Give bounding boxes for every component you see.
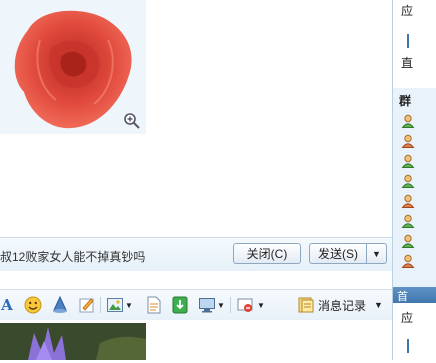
lotus-image: [0, 323, 146, 360]
file-icon[interactable]: [146, 296, 162, 314]
member-icon[interactable]: [401, 134, 415, 148]
sidebar-bottom-tab-label: 首: [397, 291, 408, 303]
member-icon[interactable]: [401, 114, 415, 128]
toolbar-separator: [230, 297, 231, 313]
member-icon[interactable]: [401, 154, 415, 168]
member-icon[interactable]: [401, 214, 415, 228]
send-button[interactable]: 发送(S): [309, 243, 367, 264]
sidebar-marker: [407, 339, 409, 353]
chat-window: 叔12败家女人能不掉真钞吗 关闭(C) 发送(S) ▼ A ▼ ▼ ▼ 消息记录…: [0, 0, 392, 360]
send-options-dropdown[interactable]: ▼: [367, 243, 387, 264]
toolbar-separator: [100, 297, 101, 313]
message-history-icon: [298, 297, 314, 313]
divider-gap: [0, 271, 392, 289]
message-input-area[interactable]: [0, 320, 392, 360]
font-icon-glyph: A: [1, 296, 13, 314]
sidebar-bottom-tab[interactable]: 首: [393, 287, 436, 303]
close-button[interactable]: 关闭(C): [233, 243, 301, 264]
message-history-dropdown-icon[interactable]: ▼: [374, 300, 383, 310]
member-icon[interactable]: [401, 234, 415, 248]
chat-action-bar: 叔12败家女人能不掉真钞吗 关闭(C) 发送(S) ▼: [0, 237, 392, 272]
message-history-label: 消息记录: [318, 298, 367, 313]
capture-dropdown-icon[interactable]: ▼: [257, 296, 265, 314]
member-icon[interactable]: [401, 174, 415, 188]
received-image-rose[interactable]: [0, 0, 146, 134]
screen-icon[interactable]: [198, 296, 216, 314]
member-icon[interactable]: [401, 194, 415, 208]
pasted-image-lotus[interactable]: [0, 323, 146, 360]
sidebar-notice-panel: 应 直: [393, 0, 436, 88]
image-icon[interactable]: [106, 296, 124, 314]
input-toolbar: A ▼ ▼ ▼ 消息记录 ▼: [0, 289, 392, 321]
capture-icon[interactable]: [236, 296, 254, 314]
sidebar-mid-label: 直: [401, 56, 414, 70]
sidebar-top-label: 应: [401, 4, 414, 18]
sidebar-marker: [407, 34, 409, 48]
screen-dropdown-icon[interactable]: ▼: [217, 296, 225, 314]
group-sidebar: 应 直 群 应 首: [392, 0, 436, 360]
image-dropdown-icon[interactable]: ▼: [125, 296, 133, 314]
group-members-label: 群: [399, 94, 412, 108]
message-history-button[interactable]: 消息记录 ▼: [298, 296, 383, 314]
sidebar-bottom-label: 应: [401, 311, 414, 325]
smiley-icon[interactable]: [24, 296, 42, 314]
zoom-icon[interactable]: [123, 112, 141, 130]
note-icon[interactable]: [78, 296, 96, 314]
status-text: 叔12败家女人能不掉真钞吗: [0, 250, 146, 264]
font-icon[interactable]: A: [0, 296, 14, 314]
chat-history-area: [0, 0, 392, 237]
bell-icon[interactable]: [51, 296, 69, 314]
member-icon[interactable]: [401, 254, 415, 268]
app-icon[interactable]: [172, 296, 188, 314]
